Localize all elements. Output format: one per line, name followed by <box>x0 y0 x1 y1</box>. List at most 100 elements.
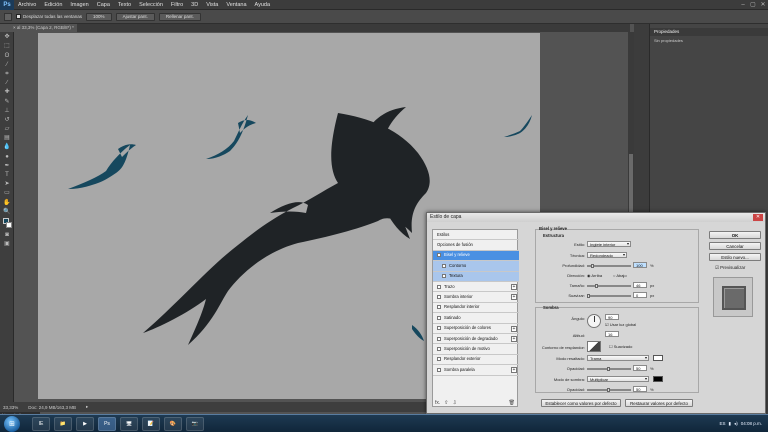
list-item-contorno[interactable]: Contorno <box>433 261 519 272</box>
brush-tool-icon[interactable]: ✎ <box>3 99 11 106</box>
history-brush-icon[interactable]: ↺ <box>3 117 11 124</box>
quick-mask-icon[interactable]: ◙ <box>3 232 11 239</box>
altitud-field[interactable]: 16 <box>605 331 619 337</box>
suavizar-field[interactable]: 0 <box>633 292 647 298</box>
zoom-100-button[interactable]: 100% <box>86 12 112 21</box>
reset-default-button[interactable]: Restaurar valores por defecto <box>625 399 693 407</box>
list-item-resplandor-exterior[interactable]: Resplandor exterior <box>433 355 519 366</box>
menu-capa[interactable]: Capa <box>93 0 114 10</box>
taskbar-app-media[interactable]: ▶ <box>76 416 94 431</box>
opacidad-2-slider-knob[interactable] <box>607 388 610 392</box>
taskbar-app-ie[interactable]: IE <box>32 416 50 431</box>
zoom-tool-icon[interactable]: 🔍 <box>3 209 11 216</box>
lasso-tool-icon[interactable]: ʘ <box>3 53 11 60</box>
hand-tool-icon[interactable] <box>4 12 12 21</box>
add-instance-icon[interactable]: + <box>511 284 517 290</box>
menu-seleccion[interactable]: Selección <box>135 0 167 10</box>
new-style-button[interactable]: Estilo nuevo... <box>709 253 761 261</box>
document-tab[interactable]: × al 33,3% (Capa 2, RGB/8*) * <box>10 24 77 32</box>
opacidad-2-field[interactable]: 50 <box>633 386 647 392</box>
checkbox-icon[interactable] <box>437 367 441 372</box>
fx-menu-icon[interactable]: fx. <box>435 400 440 409</box>
list-item-estilos[interactable]: Estilos <box>433 230 519 241</box>
checkbox-icon[interactable] <box>437 295 441 300</box>
taskbar-app-camera[interactable]: 📷 <box>186 416 204 431</box>
checkbox-icon[interactable] <box>437 357 441 362</box>
menu-texto[interactable]: Texto <box>114 0 135 10</box>
blur-tool-icon[interactable]: 💧 <box>3 144 11 151</box>
vertical-scroll-thumb[interactable] <box>629 154 633 214</box>
language-indicator[interactable]: ES <box>719 421 725 426</box>
profundidad-field[interactable]: 100 <box>633 262 647 268</box>
healing-tool-icon[interactable]: ✚ <box>3 89 11 96</box>
angle-dial-icon[interactable] <box>587 314 601 328</box>
network-icon[interactable]: ▮ <box>728 421 730 427</box>
add-instance-icon[interactable]: + <box>511 325 517 332</box>
move-up-icon[interactable]: ⇧ <box>444 400 448 409</box>
volume-icon[interactable]: ◂) <box>734 421 738 427</box>
modo-resaltado-select[interactable]: Trama <box>587 355 649 361</box>
list-item-opciones-fusion[interactable]: Opciones de fusión <box>433 240 519 251</box>
taskbar-app-monitor[interactable]: 🖥 <box>120 416 138 431</box>
menu-imagen[interactable]: Imagen <box>66 0 92 10</box>
tecnica-select[interactable]: Redondeado <box>587 252 627 258</box>
menu-3d[interactable]: 3D <box>187 0 202 10</box>
shape-tool-icon[interactable]: ▭ <box>3 190 11 197</box>
checkbox-icon[interactable] <box>437 347 441 352</box>
tamano-slider-knob[interactable] <box>595 284 598 288</box>
highlight-color-swatch[interactable] <box>653 355 663 361</box>
menu-ayuda[interactable]: Ayuda <box>251 0 275 10</box>
list-item-textura[interactable]: Textura <box>433 271 519 282</box>
start-button[interactable]: ⊞ <box>4 415 20 432</box>
zoom-level[interactable]: 33,33% <box>3 405 18 410</box>
opacidad-1-slider-knob[interactable] <box>607 367 610 371</box>
list-item-superposicion-motivo[interactable]: Superposición de motivo <box>433 344 519 355</box>
add-instance-icon[interactable]: + <box>511 367 517 374</box>
scroll-all-windows-toggle[interactable]: Desplazar todas las ventanas <box>16 14 82 19</box>
tamano-field[interactable]: 46 <box>633 282 647 288</box>
checkbox-icon[interactable] <box>437 326 441 331</box>
ok-button[interactable]: OK <box>709 231 761 239</box>
dir-up-radio[interactable]: ◉ Arriba <box>587 273 602 278</box>
modo-sombra-select[interactable]: Multiplicar <box>587 376 649 382</box>
checkbox-icon[interactable] <box>437 284 441 289</box>
eyedropper-tool-icon[interactable]: ∕ <box>3 80 11 87</box>
crop-tool-icon[interactable]: ⌗ <box>3 71 11 78</box>
path-select-tool-icon[interactable]: ➤ <box>3 181 11 188</box>
gloss-contour-preview[interactable] <box>587 341 601 352</box>
checkbox-icon[interactable] <box>437 253 441 258</box>
list-item-superposicion-degradado[interactable]: Superposición de degradado + <box>433 334 519 345</box>
list-item-sombra-paralela[interactable]: Sombra paralela + <box>433 365 519 376</box>
menu-vista[interactable]: Vista <box>202 0 222 10</box>
maximize-button[interactable]: ▢ <box>748 0 758 10</box>
taskbar-app-explorer[interactable]: 📁 <box>54 416 72 431</box>
estilo-select[interactable]: Inglete interior <box>587 241 631 247</box>
checkbox-icon[interactable] <box>442 274 446 279</box>
shadow-color-swatch[interactable] <box>653 376 663 382</box>
set-default-button[interactable]: Establecer como valores por defecto <box>541 399 621 407</box>
menu-archivo[interactable]: Archivo <box>14 0 40 10</box>
opacidad-1-field[interactable]: 50 <box>633 365 647 371</box>
dir-down-radio[interactable]: ○ Abajo <box>613 273 627 278</box>
taskbar-app-photoshop[interactable]: Ps <box>98 416 116 431</box>
close-window-button[interactable]: ✕ <box>758 0 768 10</box>
suavizar-slider[interactable] <box>587 295 631 297</box>
preview-checkbox[interactable]: ☑ Previsualizar <box>715 265 745 271</box>
menu-ventana[interactable]: Ventana <box>222 0 250 10</box>
menu-filtro[interactable]: Filtro <box>167 0 187 10</box>
eraser-tool-icon[interactable]: ▱ <box>3 126 11 133</box>
suavizar-slider-knob[interactable] <box>587 294 590 298</box>
checkbox-icon[interactable] <box>442 263 446 268</box>
list-item-superposicion-colores[interactable]: Superposición de colores + <box>433 324 519 334</box>
cancel-button[interactable]: Cancelar <box>709 242 761 250</box>
dodge-tool-icon[interactable]: ● <box>3 154 11 161</box>
move-down-icon[interactable]: ⇩ <box>452 400 456 409</box>
add-instance-icon[interactable]: + <box>511 336 517 342</box>
move-tool-icon[interactable]: ✥ <box>3 34 11 41</box>
color-swatches-icon[interactable] <box>3 217 12 230</box>
list-item-trazo[interactable]: Trazo + <box>433 282 519 293</box>
list-item-resplandor-interior[interactable]: Resplandor interior <box>433 303 519 314</box>
taskbar-app-notes[interactable]: 📝 <box>142 416 160 431</box>
list-item-sombra-interior[interactable]: Sombra interior + <box>433 292 519 303</box>
marquee-tool-icon[interactable]: ⬚ <box>3 43 11 50</box>
